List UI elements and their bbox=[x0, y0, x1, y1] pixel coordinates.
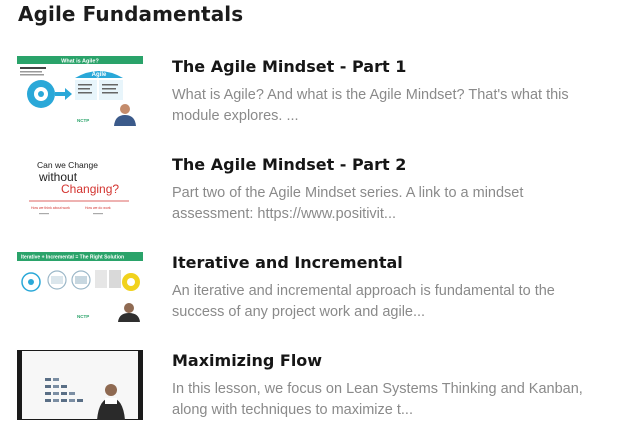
lesson-thumbnail[interactable]: What is Agile? Agile NCTP bbox=[17, 56, 143, 126]
flow-slide-thumbnail bbox=[17, 350, 143, 420]
lesson-description: What is Agile? And what is the Agile Min… bbox=[172, 87, 569, 124]
lesson-thumbnail[interactable]: Can we Change without Changing? How we t… bbox=[17, 154, 143, 224]
lesson-title[interactable]: The Agile Mindset - Part 2 bbox=[172, 155, 406, 174]
svg-text:Iterative + Incremental = The: Iterative + Incremental = The Right Solu… bbox=[21, 255, 124, 261]
svg-text:Agile: Agile bbox=[92, 72, 107, 78]
svg-text:NCTP: NCTP bbox=[77, 314, 89, 319]
lesson-thumbnail[interactable] bbox=[17, 350, 143, 420]
svg-text:Can we Change: Can we Change bbox=[37, 160, 98, 170]
iterative-slide-thumbnail: Iterative + Incremental = The Right Solu… bbox=[17, 252, 143, 322]
agile-slide-thumbnail: What is Agile? Agile NCTP bbox=[17, 56, 143, 126]
lesson-item-agile-mindset-1[interactable]: What is Agile? Agile NCTP The Agile Mind… bbox=[17, 56, 607, 136]
svg-text:How we do work: How we do work bbox=[85, 206, 111, 210]
lesson-title[interactable]: Maximizing Flow bbox=[172, 351, 322, 370]
lesson-description: In this lesson, we focus on Lean Systems… bbox=[172, 381, 583, 418]
lesson-item-iterative-incremental[interactable]: Iterative + Incremental = The Right Solu… bbox=[17, 252, 607, 332]
lesson-description: An iterative and incremental approach is… bbox=[172, 283, 555, 320]
lesson-description: Part two of the Agile Mindset series. A … bbox=[172, 185, 524, 222]
lesson-title[interactable]: Iterative and Incremental bbox=[172, 253, 403, 272]
lesson-thumbnail[interactable]: Iterative + Incremental = The Right Solu… bbox=[17, 252, 143, 322]
svg-text:What is Agile?: What is Agile? bbox=[61, 59, 99, 65]
svg-text:NCTP: NCTP bbox=[77, 118, 89, 123]
lesson-item-maximizing-flow[interactable]: Maximizing Flow In this lesson, we focus… bbox=[17, 350, 607, 430]
section-title: Agile Fundamentals bbox=[18, 2, 244, 26]
lesson-item-agile-mindset-2[interactable]: Can we Change without Changing? How we t… bbox=[17, 154, 607, 234]
lesson-title[interactable]: The Agile Mindset - Part 1 bbox=[172, 57, 406, 76]
svg-text:Changing?: Changing? bbox=[61, 182, 119, 196]
svg-text:How we think about work: How we think about work bbox=[31, 206, 70, 210]
change-slide-thumbnail: Can we Change without Changing? How we t… bbox=[17, 154, 143, 224]
